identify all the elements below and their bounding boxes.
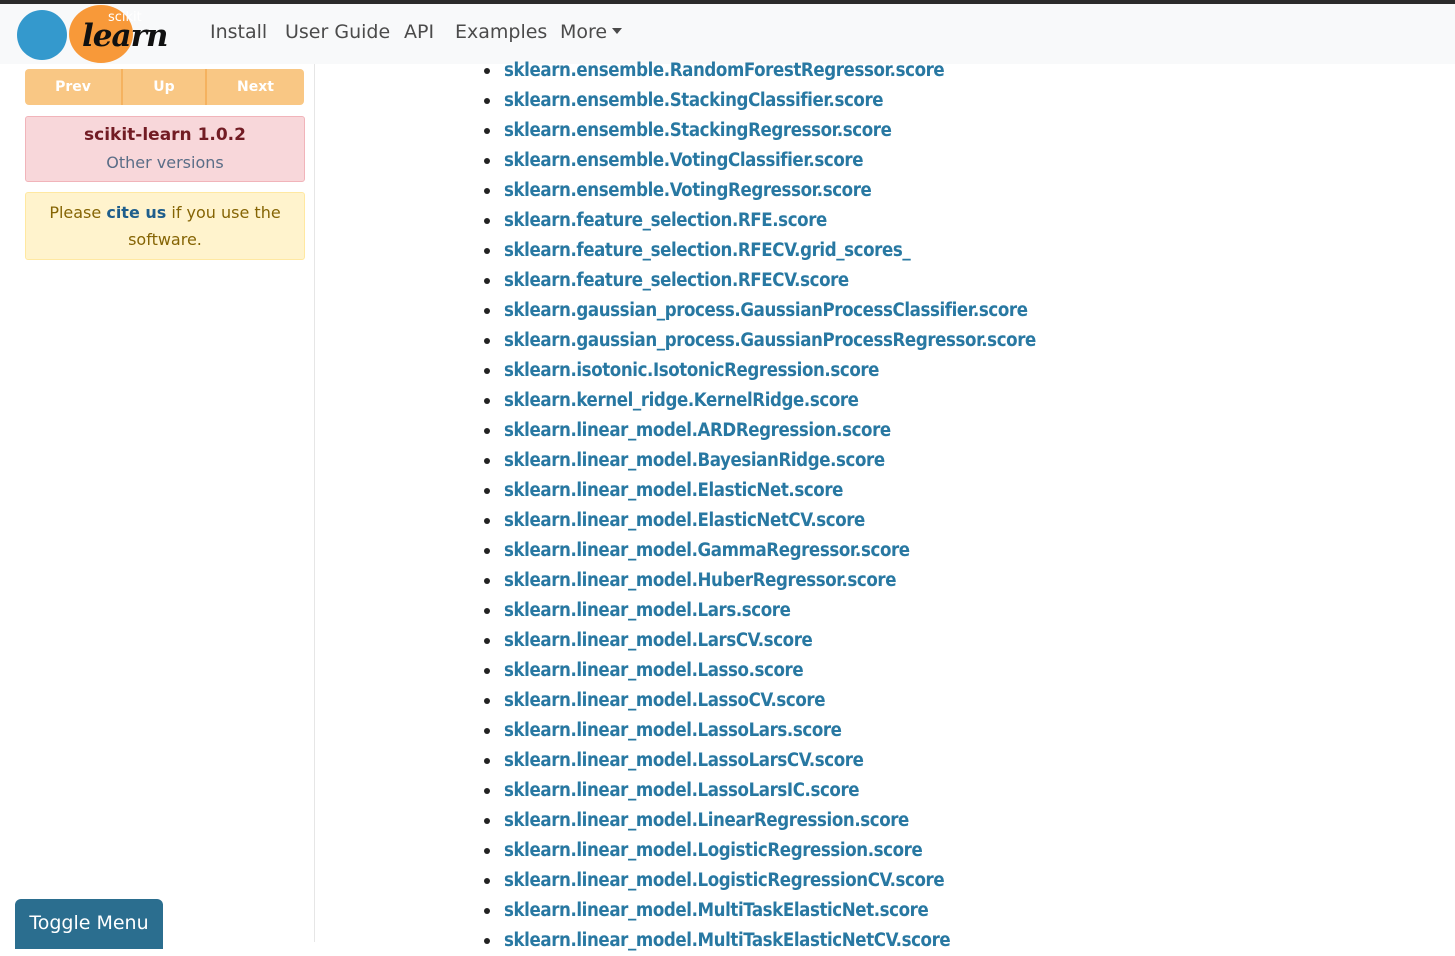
reference-link[interactable]: sklearn.linear_model.LogisticRegression.… xyxy=(504,840,923,861)
nav-more-label: More xyxy=(560,21,608,43)
nav-examples[interactable]: Examples xyxy=(455,21,547,43)
list-item: sklearn.ensemble.StackingRegressor.score xyxy=(484,116,1036,146)
up-button[interactable]: Up xyxy=(121,69,205,105)
sidebar-divider xyxy=(314,64,315,942)
list-item: sklearn.linear_model.ElasticNetCV.score xyxy=(484,506,1036,536)
cite-prefix: Please xyxy=(49,203,107,222)
list-item: sklearn.linear_model.HuberRegressor.scor… xyxy=(484,566,1036,596)
reference-link[interactable]: sklearn.feature_selection.RFECV.score xyxy=(504,270,849,291)
cite-us-link[interactable]: cite us xyxy=(106,203,166,222)
list-item: sklearn.gaussian_process.GaussianProcess… xyxy=(484,296,1036,326)
list-item: sklearn.linear_model.Lars.score xyxy=(484,596,1036,626)
reference-link[interactable]: sklearn.linear_model.LinearRegression.sc… xyxy=(504,810,909,831)
reference-link[interactable]: sklearn.linear_model.ARDRegression.score xyxy=(504,420,891,441)
list-item: sklearn.linear_model.Lasso.score xyxy=(484,656,1036,686)
list-item: sklearn.linear_model.LogisticRegression.… xyxy=(484,836,1036,866)
version-box: scikit-learn 1.0.2 Other versions xyxy=(25,116,305,182)
list-item: sklearn.ensemble.VotingClassifier.score xyxy=(484,146,1036,176)
list-item: sklearn.ensemble.StackingClassifier.scor… xyxy=(484,86,1036,116)
list-item: sklearn.kernel_ridge.KernelRidge.score xyxy=(484,386,1036,416)
list-item: sklearn.ensemble.RandomForestRegressor.s… xyxy=(484,56,1036,86)
list-item: sklearn.linear_model.LarsCV.score xyxy=(484,626,1036,656)
list-item: sklearn.isotonic.IsotonicRegression.scor… xyxy=(484,356,1036,386)
reference-link[interactable]: sklearn.linear_model.MultiTaskElasticNet… xyxy=(504,900,929,921)
reference-link[interactable]: sklearn.linear_model.LassoLarsCV.score xyxy=(504,750,864,771)
reference-link[interactable]: sklearn.ensemble.RandomForestRegressor.s… xyxy=(504,60,945,81)
list-item: sklearn.ensemble.VotingRegressor.score xyxy=(484,176,1036,206)
cite-notice: Please cite us if you use the software. xyxy=(25,192,305,260)
list-item: sklearn.linear_model.LassoCV.score xyxy=(484,686,1036,716)
reference-link[interactable]: sklearn.ensemble.VotingRegressor.score xyxy=(504,180,872,201)
scikit-learn-logo[interactable]: scikit learn xyxy=(14,4,184,64)
list-item: sklearn.linear_model.MultiTaskElasticNet… xyxy=(484,896,1036,926)
top-navbar: scikit learn Install User Guide API Exam… xyxy=(0,4,1455,64)
reference-link[interactable]: sklearn.linear_model.Lars.score xyxy=(504,600,791,621)
reference-link[interactable]: sklearn.linear_model.Lasso.score xyxy=(504,660,804,681)
reference-link[interactable]: sklearn.linear_model.BayesianRidge.score xyxy=(504,450,885,471)
other-versions-link[interactable]: Other versions xyxy=(26,153,304,172)
reference-link[interactable]: sklearn.linear_model.LarsCV.score xyxy=(504,630,813,651)
nav-user-guide[interactable]: User Guide xyxy=(285,21,390,43)
list-item: sklearn.feature_selection.RFECV.grid_sco… xyxy=(484,236,1036,266)
list-item: sklearn.linear_model.ElasticNet.score xyxy=(484,476,1036,506)
list-item: sklearn.linear_model.LinearRegression.sc… xyxy=(484,806,1036,836)
list-item: sklearn.linear_model.LogisticRegressionC… xyxy=(484,866,1036,896)
reference-link[interactable]: sklearn.linear_model.ElasticNetCV.score xyxy=(504,510,865,531)
list-item: sklearn.linear_model.LassoLars.score xyxy=(484,716,1036,746)
reference-link[interactable]: sklearn.linear_model.LogisticRegressionC… xyxy=(504,870,945,891)
reference-link[interactable]: sklearn.linear_model.ElasticNet.score xyxy=(504,480,843,501)
next-button[interactable]: Next xyxy=(205,69,304,105)
reference-list: sklearn.ensemble.RandomForestRegressor.s… xyxy=(484,56,1036,956)
list-item: sklearn.linear_model.GammaRegressor.scor… xyxy=(484,536,1036,566)
reference-link[interactable]: sklearn.linear_model.LassoLarsIC.score xyxy=(504,780,860,801)
reference-link[interactable]: sklearn.ensemble.StackingRegressor.score xyxy=(504,120,892,141)
svg-text:learn: learn xyxy=(82,18,167,54)
reference-link[interactable]: sklearn.gaussian_process.GaussianProcess… xyxy=(504,300,1028,321)
list-item: sklearn.linear_model.MultiTaskElasticNet… xyxy=(484,926,1036,956)
list-item: sklearn.linear_model.LassoLarsIC.score xyxy=(484,776,1036,806)
related-navigation: Prev Up Next xyxy=(25,69,304,105)
chevron-down-icon xyxy=(612,28,623,34)
list-item: sklearn.feature_selection.RFE.score xyxy=(484,206,1036,236)
nav-more-dropdown[interactable]: More xyxy=(560,21,623,43)
reference-link[interactable]: sklearn.feature_selection.RFECV.grid_sco… xyxy=(504,240,911,261)
list-item: sklearn.linear_model.ARDRegression.score xyxy=(484,416,1036,446)
list-item: sklearn.linear_model.BayesianRidge.score xyxy=(484,446,1036,476)
prev-button[interactable]: Prev xyxy=(25,69,121,105)
nav-install[interactable]: Install xyxy=(210,21,267,43)
reference-link[interactable]: sklearn.kernel_ridge.KernelRidge.score xyxy=(504,390,859,411)
reference-link[interactable]: sklearn.linear_model.LassoLars.score xyxy=(504,720,842,741)
reference-link[interactable]: sklearn.linear_model.MultiTaskElasticNet… xyxy=(504,930,951,951)
reference-link[interactable]: sklearn.ensemble.VotingClassifier.score xyxy=(504,150,864,171)
reference-link[interactable]: sklearn.ensemble.StackingClassifier.scor… xyxy=(504,90,884,111)
version-title: scikit-learn 1.0.2 xyxy=(84,125,246,145)
reference-link[interactable]: sklearn.feature_selection.RFE.score xyxy=(504,210,827,231)
list-item: sklearn.gaussian_process.GaussianProcess… xyxy=(484,326,1036,356)
reference-link[interactable]: sklearn.gaussian_process.GaussianProcess… xyxy=(504,330,1036,351)
reference-link[interactable]: sklearn.linear_model.LassoCV.score xyxy=(504,690,826,711)
reference-link[interactable]: sklearn.isotonic.IsotonicRegression.scor… xyxy=(504,360,879,381)
nav-api[interactable]: API xyxy=(404,21,434,43)
list-item: sklearn.linear_model.LassoLarsCV.score xyxy=(484,746,1036,776)
list-item: sklearn.feature_selection.RFECV.score xyxy=(484,266,1036,296)
reference-link[interactable]: sklearn.linear_model.HuberRegressor.scor… xyxy=(504,570,896,591)
reference-link[interactable]: sklearn.linear_model.GammaRegressor.scor… xyxy=(504,540,910,561)
